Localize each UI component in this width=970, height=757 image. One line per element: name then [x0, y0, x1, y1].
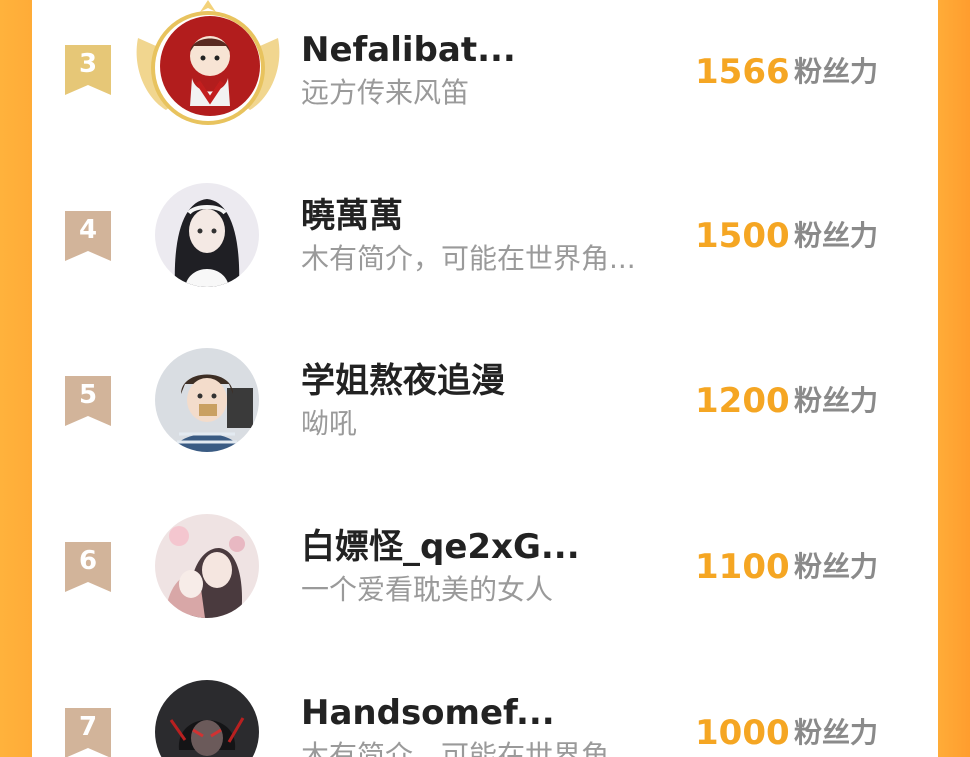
user-bio: 木有简介，可能在世界角... [301, 242, 636, 275]
rank-number: 5 [78, 380, 98, 410]
user-name[interactable]: 曉萬萬 [301, 196, 403, 236]
rank-badge-icon: 4 [65, 211, 111, 261]
fan-score-unit: 粉丝力 [794, 384, 879, 417]
fan-score: 1100 [695, 547, 790, 587]
user-avatar[interactable] [155, 680, 259, 757]
user-name[interactable]: Nefalibat... [301, 30, 516, 70]
anime-avatar-girl-icon [155, 183, 259, 287]
rank-number: 6 [78, 546, 98, 576]
ranking-row[interactable]: 7 Handsomef... 木有简介，可能在世界角... 1000 粉丝力 [32, 663, 938, 757]
rank-badge-icon: 7 [65, 708, 111, 757]
anime-avatar-boy-icon [155, 348, 259, 452]
rank-number: 4 [78, 215, 98, 245]
user-avatar[interactable] [155, 348, 259, 452]
user-bio: 一个爱看耽美的女人 [301, 573, 554, 606]
ranking-row[interactable]: 3 Nefalibat... 远方传来风笛 1566 粉丝力 [32, 0, 938, 166]
fan-ranking-list: 3 Nefalibat... 远方传来风笛 1566 粉丝力 4 曉萬萬 木有简… [32, 0, 938, 757]
user-avatar[interactable] [155, 514, 259, 618]
anime-avatar-dark-icon [155, 680, 259, 757]
user-avatar[interactable] [155, 183, 259, 287]
rank-number: 7 [78, 712, 98, 742]
fan-score: 1566 [695, 52, 790, 92]
user-bio: 呦吼 [301, 407, 358, 440]
rank-badge-icon: 3 [65, 45, 111, 95]
fan-score-unit: 粉丝力 [794, 550, 879, 583]
anime-avatar-red-icon [160, 16, 260, 116]
user-name[interactable]: 学姐熬夜追漫 [301, 361, 505, 401]
fan-score-unit: 粉丝力 [794, 219, 879, 252]
ranking-row[interactable]: 6 白嫖怪_qe2xG... 一个爱看耽美的女人 1100 粉丝力 [32, 497, 938, 663]
rank-badge-icon: 5 [65, 376, 111, 426]
fan-score-unit: 粉丝力 [794, 716, 879, 749]
rank-badge-icon: 6 [65, 542, 111, 592]
fan-score: 1200 [695, 381, 790, 421]
user-bio: 木有简介，可能在世界角... [301, 739, 636, 757]
ranking-row[interactable]: 5 学姐熬夜追漫 呦吼 1200 粉丝力 [32, 331, 938, 497]
ranking-row[interactable]: 4 曉萬萬 木有简介，可能在世界角... 1500 粉丝力 [32, 166, 938, 332]
fan-score: 1000 [695, 713, 790, 753]
user-name[interactable]: Handsomef... [301, 693, 555, 733]
fan-score: 1500 [695, 216, 790, 256]
user-name[interactable]: 白嫖怪_qe2xG... [301, 527, 580, 567]
anime-avatar-couple-icon [155, 514, 259, 618]
rank-number: 3 [78, 49, 98, 79]
user-bio: 远方传来风笛 [301, 76, 470, 109]
fan-score-unit: 粉丝力 [794, 55, 879, 88]
user-avatar[interactable] [160, 16, 260, 116]
